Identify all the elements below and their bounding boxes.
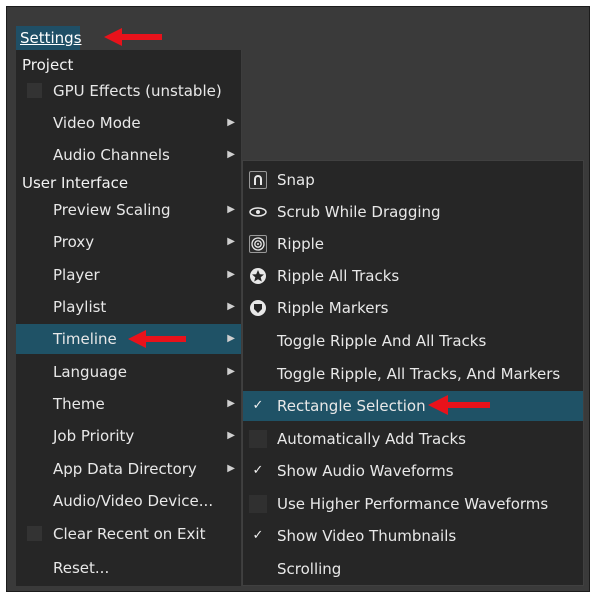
submenu-arrow-icon: ▶ xyxy=(227,398,235,409)
menu-item-audio-video-device[interactable]: Audio/Video Device... xyxy=(16,486,241,516)
ripple-markers-label: Ripple Markers xyxy=(277,299,389,317)
submenu-arrow-icon: ▶ xyxy=(227,204,235,215)
player-label: Player xyxy=(53,266,100,284)
scrub-icon xyxy=(249,203,267,221)
submenu-item-scrub-while-dragging[interactable]: Scrub While Dragging xyxy=(243,197,583,227)
playlist-label: Playlist xyxy=(53,298,107,316)
toggle-ripple-tracks-markers-label: Toggle Ripple, All Tracks, And Markers xyxy=(277,365,561,383)
clear-recent-checkbox[interactable] xyxy=(27,526,42,541)
submenu-arrow-icon: ▶ xyxy=(227,333,235,344)
scrub-while-dragging-label: Scrub While Dragging xyxy=(277,203,441,221)
menu-item-job-priority[interactable]: Job Priority ▶ xyxy=(16,421,241,451)
submenu-item-show-audio-waveforms[interactable]: ✓ Show Audio Waveforms xyxy=(243,456,583,486)
submenu-arrow-icon: ▶ xyxy=(227,430,235,441)
preview-scaling-label: Preview Scaling xyxy=(53,201,171,219)
submenu-item-snap[interactable]: Snap xyxy=(243,165,583,195)
toggle-ripple-all-tracks-label: Toggle Ripple And All Tracks xyxy=(277,332,487,350)
ripple-icon xyxy=(249,235,267,253)
menu-item-clear-recent-on-exit[interactable]: Clear Recent on Exit xyxy=(16,519,241,549)
clear-recent-label: Clear Recent on Exit xyxy=(53,525,206,543)
show-audio-waveforms-label: Show Audio Waveforms xyxy=(277,462,454,480)
timeline-label: Timeline xyxy=(53,330,117,348)
section-user-interface: User Interface xyxy=(22,174,129,192)
scrolling-label: Scrolling xyxy=(277,560,342,578)
submenu-arrow-icon: ▶ xyxy=(227,301,235,312)
gpu-effects-checkbox[interactable] xyxy=(27,83,42,98)
submenu-item-higher-perf-waveforms[interactable]: Use Higher Performance Waveforms xyxy=(243,489,583,519)
submenu-arrow-icon: ▶ xyxy=(227,463,235,474)
higher-perf-waveforms-checkbox[interactable] xyxy=(249,495,267,513)
language-label: Language xyxy=(53,363,128,381)
show-video-thumbnails-checkmark[interactable]: ✓ xyxy=(249,527,267,545)
annotation-arrow-icon xyxy=(128,330,186,348)
auto-add-tracks-label: Automatically Add Tracks xyxy=(277,430,466,448)
audio-channels-label: Audio Channels xyxy=(53,146,170,164)
theme-label: Theme xyxy=(53,395,105,413)
snap-label: Snap xyxy=(277,171,315,189)
menu-item-language[interactable]: Language ▶ xyxy=(16,357,241,387)
settings-menu-title-label: Settings xyxy=(20,29,82,47)
menu-item-reset[interactable]: Reset... xyxy=(16,553,241,583)
job-priority-label: Job Priority xyxy=(53,427,135,445)
ripple-all-tracks-label: Ripple All Tracks xyxy=(277,267,400,285)
ripple-markers-icon xyxy=(249,299,267,317)
submenu-item-scrolling[interactable]: Scrolling xyxy=(243,554,583,584)
higher-perf-waveforms-label: Use Higher Performance Waveforms xyxy=(277,495,549,513)
submenu-item-ripple[interactable]: Ripple xyxy=(243,229,583,259)
submenu-arrow-icon: ▶ xyxy=(227,366,235,377)
annotation-arrow-icon xyxy=(428,395,490,415)
gpu-effects-label: GPU Effects (unstable) xyxy=(53,82,222,100)
menu-item-proxy[interactable]: Proxy ▶ xyxy=(16,227,241,257)
video-mode-label: Video Mode xyxy=(53,114,141,132)
submenu-item-rectangle-selection[interactable]: ✓ Rectangle Selection xyxy=(243,391,583,421)
snap-magnet-icon xyxy=(249,171,267,189)
submenu-arrow-icon: ▶ xyxy=(227,117,235,128)
menu-item-app-data-directory[interactable]: App Data Directory ▶ xyxy=(16,454,241,484)
ripple-all-tracks-icon xyxy=(249,267,267,285)
show-video-thumbnails-label: Show Video Thumbnails xyxy=(277,527,457,545)
show-audio-waveforms-checkmark[interactable]: ✓ xyxy=(249,462,267,480)
submenu-item-toggle-ripple-all-tracks[interactable]: Toggle Ripple And All Tracks xyxy=(243,326,583,356)
menu-item-gpu-effects[interactable]: GPU Effects (unstable) xyxy=(16,76,241,106)
auto-add-tracks-checkbox[interactable] xyxy=(249,430,267,448)
menu-item-video-mode[interactable]: Video Mode ▶ xyxy=(16,108,241,138)
submenu-arrow-icon: ▶ xyxy=(227,236,235,247)
settings-menu: Project GPU Effects (unstable) Video Mod… xyxy=(16,50,242,586)
annotation-arrow-icon xyxy=(104,28,162,46)
menu-item-theme[interactable]: Theme ▶ xyxy=(16,389,241,419)
app-data-directory-label: App Data Directory xyxy=(53,460,197,478)
ripple-label: Ripple xyxy=(277,235,325,253)
menu-item-audio-channels[interactable]: Audio Channels ▶ xyxy=(16,140,241,170)
menu-item-player[interactable]: Player ▶ xyxy=(16,260,241,290)
rectangle-selection-checkmark[interactable]: ✓ xyxy=(249,397,267,415)
submenu-item-show-video-thumbnails[interactable]: ✓ Show Video Thumbnails xyxy=(243,521,583,551)
menu-item-preview-scaling[interactable]: Preview Scaling ▶ xyxy=(16,195,241,225)
audio-video-device-label: Audio/Video Device... xyxy=(53,492,214,510)
submenu-item-toggle-ripple-tracks-markers[interactable]: Toggle Ripple, All Tracks, And Markers xyxy=(243,359,583,389)
submenu-item-ripple-all-tracks[interactable]: Ripple All Tracks xyxy=(243,261,583,291)
proxy-label: Proxy xyxy=(53,233,95,251)
submenu-item-ripple-markers[interactable]: Ripple Markers xyxy=(243,293,583,323)
reset-label: Reset... xyxy=(53,559,110,577)
menu-item-playlist[interactable]: Playlist ▶ xyxy=(16,292,241,322)
timeline-submenu: Snap Scrub While Dragging Ripple Ripple … xyxy=(242,160,584,586)
submenu-item-auto-add-tracks[interactable]: Automatically Add Tracks xyxy=(243,424,583,454)
submenu-arrow-icon: ▶ xyxy=(227,269,235,280)
rectangle-selection-label: Rectangle Selection xyxy=(277,397,426,415)
submenu-arrow-icon: ▶ xyxy=(227,149,235,160)
settings-menu-title[interactable]: Settings xyxy=(16,26,82,50)
